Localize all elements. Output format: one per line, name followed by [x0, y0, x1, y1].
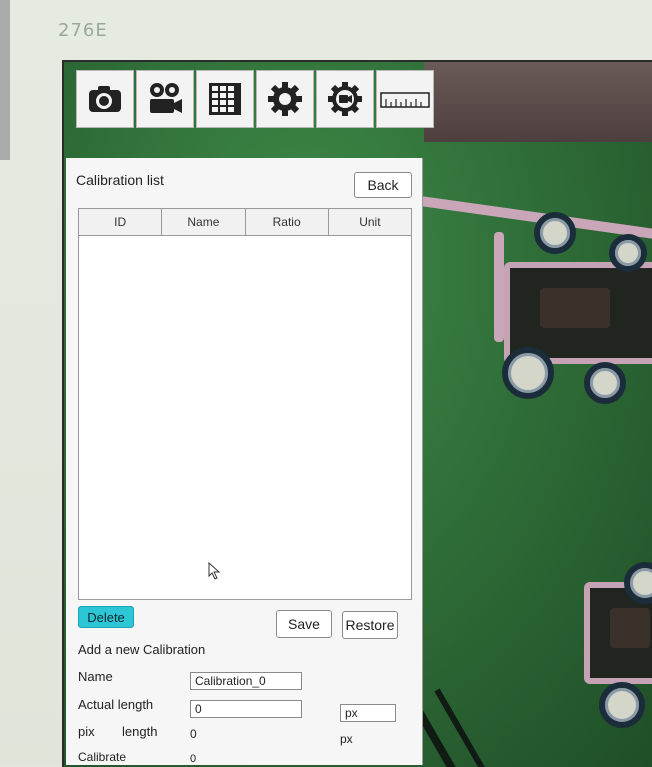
component-body: [540, 288, 610, 328]
pix-unit-label: px: [340, 732, 353, 746]
pcb-pad: [609, 234, 647, 272]
unit-select[interactable]: px: [340, 704, 396, 722]
calibrate-value: 0: [190, 753, 197, 765]
gear-icon: [268, 82, 302, 116]
monitor-model-label: 276E: [58, 20, 108, 41]
actual-length-label: Actual length: [78, 697, 154, 712]
left-edge-strip: [0, 0, 10, 160]
column-header-id[interactable]: ID: [79, 209, 163, 235]
camera-settings-button[interactable]: [316, 70, 374, 128]
restore-button[interactable]: Restore: [342, 611, 398, 639]
calibrate-label: Calibrate: [78, 750, 127, 764]
name-label: Name: [78, 669, 113, 684]
back-button[interactable]: Back: [354, 172, 412, 198]
column-header-name[interactable]: Name: [162, 209, 246, 235]
column-header-ratio[interactable]: Ratio: [246, 209, 329, 235]
pcb-pad: [584, 362, 626, 404]
actual-length-input[interactable]: 0: [190, 700, 302, 718]
calibration-panel: Calibration list Back ID Name Ratio Unit…: [66, 158, 423, 765]
ruler-icon: [380, 92, 430, 108]
mouse-cursor-icon: [208, 562, 221, 580]
camera-icon: [89, 86, 121, 112]
grid-icon: [209, 83, 241, 115]
pcb-trace: [494, 232, 504, 342]
main-toolbar: [76, 70, 434, 130]
pix-length-label: length: [122, 724, 158, 739]
pcb-pad: [534, 212, 576, 254]
video-camera-icon: [150, 83, 182, 113]
column-header-unit[interactable]: Unit: [329, 209, 411, 235]
delete-button[interactable]: Delete: [78, 606, 134, 628]
panel-title: Calibration list: [76, 172, 164, 188]
record-video-button[interactable]: [136, 70, 194, 128]
camera-settings-icon: [328, 82, 362, 116]
add-calibration-heading: Add a new Calibration: [78, 642, 206, 657]
pcb-pad: [502, 347, 554, 399]
settings-button[interactable]: [256, 70, 314, 128]
calibration-table: ID Name Ratio Unit: [78, 208, 412, 600]
pix-label: pix: [78, 724, 95, 739]
camera-button[interactable]: [76, 70, 134, 128]
pcb-copper-area: [424, 62, 652, 142]
table-header: ID Name Ratio Unit: [79, 209, 411, 236]
measure-button[interactable]: [376, 70, 434, 128]
pix-length-value: 0: [190, 727, 197, 741]
grid-button[interactable]: [196, 70, 254, 128]
pcb-pad: [599, 682, 645, 728]
save-button[interactable]: Save: [276, 610, 332, 638]
component-body: [610, 608, 650, 648]
calibration-name-input[interactable]: Calibration_0: [190, 672, 302, 690]
